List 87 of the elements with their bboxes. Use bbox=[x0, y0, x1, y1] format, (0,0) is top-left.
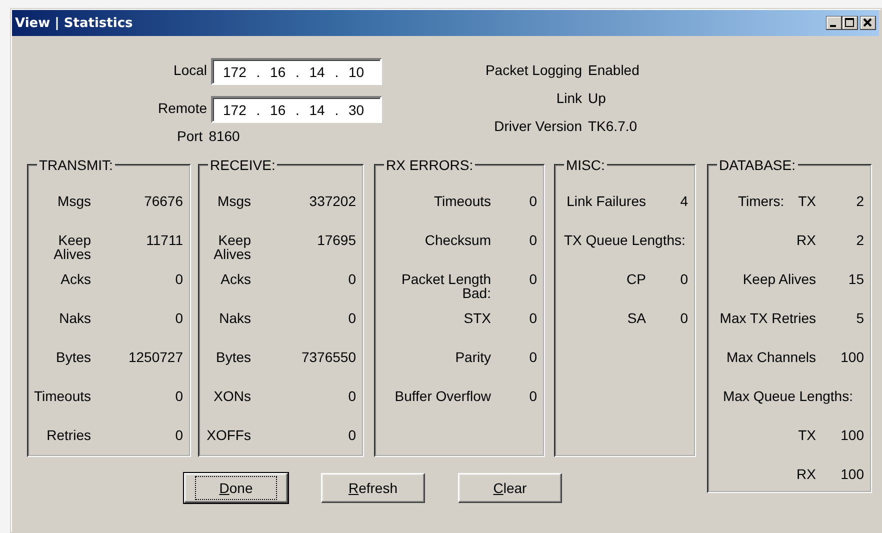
section-label: TX Queue Lengths: bbox=[563, 231, 686, 250]
row-label: XOFFs bbox=[206, 428, 251, 442]
row-value: 0 bbox=[528, 387, 537, 406]
group-title: TRANSMIT: bbox=[38, 157, 114, 173]
row-label: Checksum bbox=[424, 233, 491, 247]
row-label: Acks bbox=[220, 272, 251, 286]
close-icon[interactable] bbox=[860, 16, 876, 30]
row-label: RX bbox=[796, 467, 816, 481]
row-label: Timers: bbox=[738, 194, 784, 208]
row-value: 2 bbox=[855, 192, 864, 211]
row-value: 0 bbox=[347, 270, 356, 289]
row-value: 5 bbox=[855, 309, 864, 328]
row-value: 0 bbox=[528, 270, 537, 289]
row-label: Msgs bbox=[58, 194, 91, 208]
row-value: 0 bbox=[679, 309, 688, 328]
group-title: DATABASE: bbox=[718, 157, 797, 173]
row-label: Naks bbox=[59, 311, 91, 325]
row-label: Bytes bbox=[56, 350, 91, 364]
row-value: 17695 bbox=[316, 231, 356, 250]
row-label: Msgs bbox=[218, 194, 251, 208]
info-label: Driver Version bbox=[493, 118, 582, 136]
row-label: Naks bbox=[219, 311, 251, 325]
row-value: 0 bbox=[528, 309, 537, 328]
group-title: RX ERRORS: bbox=[385, 157, 474, 173]
row-label: Parity bbox=[455, 350, 491, 364]
port-value: 8160 bbox=[208, 128, 240, 144]
group-title: MISC: bbox=[565, 157, 606, 173]
row-value: 7376550 bbox=[300, 348, 356, 367]
row-label: Timeouts bbox=[434, 194, 491, 208]
group-title: RECEIVE: bbox=[209, 157, 276, 173]
row-label: Acks bbox=[60, 272, 91, 286]
info-value: Up bbox=[588, 90, 607, 108]
row-value: 100 bbox=[840, 465, 864, 484]
row-label: STX bbox=[464, 311, 491, 325]
row-label: CP bbox=[626, 272, 646, 286]
info-label: Link bbox=[555, 90, 582, 108]
row-label: Max Channels bbox=[726, 350, 816, 364]
row-value: 0 bbox=[347, 387, 356, 406]
row-value: 0 bbox=[347, 426, 356, 445]
ip-address-field[interactable]: 172 . 16 . 14 . 30 bbox=[211, 96, 382, 123]
row-value: 0 bbox=[528, 231, 537, 250]
row-label: Max TX Retries bbox=[720, 311, 816, 325]
info-value: Enabled bbox=[588, 62, 640, 80]
row-label: Keep Alives bbox=[742, 272, 816, 286]
row-value: 0 bbox=[528, 348, 537, 367]
row-value: 76676 bbox=[143, 192, 183, 211]
row-value: 100 bbox=[840, 426, 864, 445]
row-value: 2 bbox=[855, 231, 864, 250]
dialog-button[interactable]: Refresh bbox=[321, 473, 425, 503]
dialog-button[interactable]: Done bbox=[184, 473, 288, 503]
row-value: 0 bbox=[174, 309, 183, 328]
minimize-icon[interactable] bbox=[826, 16, 842, 30]
row-label: Buffer Overflow bbox=[394, 389, 491, 403]
field-label: Local bbox=[172, 61, 207, 78]
info-value: TK6.7.0 bbox=[588, 118, 638, 136]
row-value: 11711 bbox=[145, 231, 183, 250]
window-title: View | Statistics bbox=[15, 16, 134, 30]
row-label: TX bbox=[798, 194, 816, 208]
row-value: 337202 bbox=[308, 192, 356, 211]
row-value: 0 bbox=[679, 270, 688, 289]
row-value: 1250727 bbox=[127, 348, 183, 367]
row-value: 15 bbox=[847, 270, 864, 289]
row-label: Packet Length Bad: bbox=[400, 272, 491, 300]
row-label: Keep Alives bbox=[212, 233, 251, 261]
row-label: SA bbox=[627, 311, 646, 325]
row-label: XONs bbox=[214, 389, 251, 403]
field-label: Remote bbox=[156, 99, 207, 116]
row-value: 0 bbox=[174, 270, 183, 289]
row-label: TX bbox=[798, 428, 816, 442]
maximize-icon[interactable] bbox=[842, 16, 858, 30]
row-label: Retries bbox=[46, 428, 91, 442]
row-label: RX bbox=[796, 233, 816, 247]
row-value: 0 bbox=[174, 387, 183, 406]
port-label: Port bbox=[177, 128, 203, 144]
dialog-button[interactable]: Clear bbox=[458, 473, 562, 503]
row-value: 0 bbox=[347, 309, 356, 328]
row-label: Bytes bbox=[216, 350, 251, 364]
row-label: Link Failures bbox=[566, 194, 646, 208]
row-value: 100 bbox=[840, 348, 864, 367]
row-value: 0 bbox=[174, 426, 183, 445]
ip-address-field[interactable]: 172 . 16 . 14 . 10 bbox=[211, 58, 382, 85]
info-label: Packet Logging bbox=[484, 62, 582, 80]
row-label: Timeouts bbox=[34, 389, 91, 403]
row-value: 4 bbox=[679, 192, 688, 211]
row-value: 0 bbox=[528, 192, 537, 211]
section-label: Max Queue Lengths: bbox=[722, 387, 854, 406]
row-label: Keep Alives bbox=[52, 233, 91, 261]
